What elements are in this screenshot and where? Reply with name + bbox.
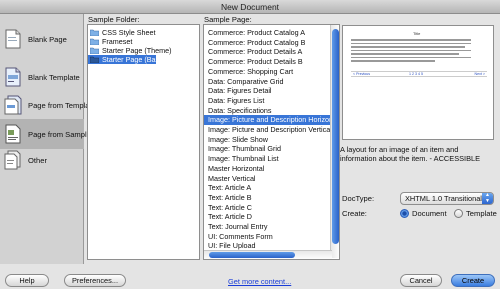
document-radio-label: Document [412,209,447,218]
folder-item-css-style-sheet[interactable]: CSS Style Sheet [88,28,199,37]
preview-thumbnail: Title < Previous 1 2 3 4 5 Next > [342,25,494,140]
doctype-label: DocType: [342,194,375,203]
sample-page-item[interactable]: UI: Comments Form [204,232,332,242]
page-from-template-icon [3,94,23,116]
sample-page-item[interactable]: Data: Comparative Grid [204,77,332,87]
preview-thumb-next: Next > [474,72,486,76]
sample-page-item[interactable]: Master Horizontal [204,164,332,174]
category-sidebar: Blank Page Blank Template Page from Temp… [0,14,96,264]
vertical-scroll-thumb[interactable] [332,29,339,244]
sample-page-item[interactable]: Image: Picture and Description Vertical [204,125,332,135]
folder-item-starter-page-basic[interactable]: Starter Page (Basic) [88,55,167,64]
doctype-value: XHTML 1.0 Transitional [405,194,482,203]
sample-page-item[interactable]: Data: Figures List [204,96,332,106]
blank-template-icon [3,66,23,88]
sample-page-item[interactable]: Image: Thumbnail List [204,154,332,164]
preferences-button[interactable]: Preferences... [64,274,126,287]
template-radio[interactable] [454,209,463,218]
sample-page-item[interactable]: Text: Journal Entry [204,222,332,232]
sample-page-label: Sample Page: [204,15,252,24]
horizontal-scrollbar[interactable] [204,250,332,259]
sidebar-item-label: Other [28,155,47,165]
sample-page-item[interactable]: Image: Picture and Description Horizont [204,115,335,125]
chevron-up-down-icon: ▲ ▼ [482,192,493,204]
create-button[interactable]: Create [451,274,495,287]
sidebar-item-label: Page from Sample [28,129,91,139]
folder-icon [89,56,100,64]
sample-page-item[interactable]: Image: Slide Show [204,135,332,145]
sidebar-item-blank-template[interactable]: Blank Template [0,62,84,92]
get-more-content-link[interactable]: Get more content... [228,277,291,286]
sample-page-item[interactable]: Commerce: Product Catalog B [204,38,332,48]
folder-item-label: Starter Page (Theme) [102,46,172,55]
sample-page-item[interactable]: Data: Specifications [204,106,332,116]
sample-page-item[interactable]: Commerce: Product Catalog A [204,28,332,38]
sample-page-item[interactable]: Commerce: Shopping Cart [204,67,332,77]
sample-folder-label: Sample Folder: [88,15,140,24]
sample-page-item[interactable]: Master Vertical [204,174,332,184]
folder-item-label: Frameset [102,37,133,46]
folder-icon [89,29,100,37]
document-radio[interactable] [400,209,409,218]
preview-thumb-title: Title [413,31,421,36]
help-button[interactable]: Help [5,274,49,287]
doctype-select[interactable]: XHTML 1.0 Transitional ▲ ▼ [400,192,494,205]
folder-item-frameset[interactable]: Frameset [88,37,199,46]
window-title: New Document [0,0,500,14]
preview-thumb-pages: 1 2 3 4 5 [409,72,423,76]
horizontal-scroll-thumb[interactable] [209,252,295,258]
sample-page-item[interactable]: Text: Article B [204,193,332,203]
sidebar-item-page-from-template[interactable]: Page from Template [0,90,96,120]
preview-thumb-nav: < Previous 1 2 3 4 5 Next > [351,71,487,77]
sidebar-item-other[interactable]: Other [0,145,84,175]
vertical-scrollbar[interactable] [330,25,339,258]
template-radio-label: Template [466,209,497,218]
sample-folder-list: CSS Style Sheet Frameset Starter Page (T… [87,24,200,260]
sidebar-item-label: Blank Template [28,72,80,82]
other-icon [3,149,23,171]
preview-thumb-prev: < Previous [353,72,371,76]
page-from-sample-icon [3,123,23,145]
sample-page-item[interactable]: Commerce: Product Details A [204,47,332,57]
folder-item-starter-page-theme[interactable]: Starter Page (Theme) [88,46,199,55]
sample-page-item[interactable]: Image: Thumbnail Grid [204,144,332,154]
sample-page-item[interactable]: Text: Article C [204,203,332,213]
preview-description: A layout for an image of an item and inf… [340,145,481,163]
sample-page-item[interactable]: Commerce: Product Details B [204,57,332,67]
folder-icon [89,47,100,55]
sample-page-item[interactable]: Text: Article D [204,212,332,222]
folder-item-label: CSS Style Sheet [102,28,156,37]
create-label: Create: [342,209,367,218]
sidebar-item-label: Page from Template [28,100,96,110]
sample-page-item[interactable]: Text: Article A [204,183,332,193]
sidebar-item-label: Blank Page [28,34,67,44]
blank-page-icon [3,28,23,50]
cancel-button[interactable]: Cancel [400,274,442,287]
sample-page-item[interactable]: Data: Figures Detail [204,86,332,96]
folder-item-label: Starter Page (Basic) [102,55,167,64]
sidebar-item-blank-page[interactable]: Blank Page [0,24,84,54]
preview-thumb-text [351,39,471,62]
folder-icon [89,38,100,46]
sample-page-list: Commerce: Product Catalog A Commerce: Pro… [203,24,340,260]
